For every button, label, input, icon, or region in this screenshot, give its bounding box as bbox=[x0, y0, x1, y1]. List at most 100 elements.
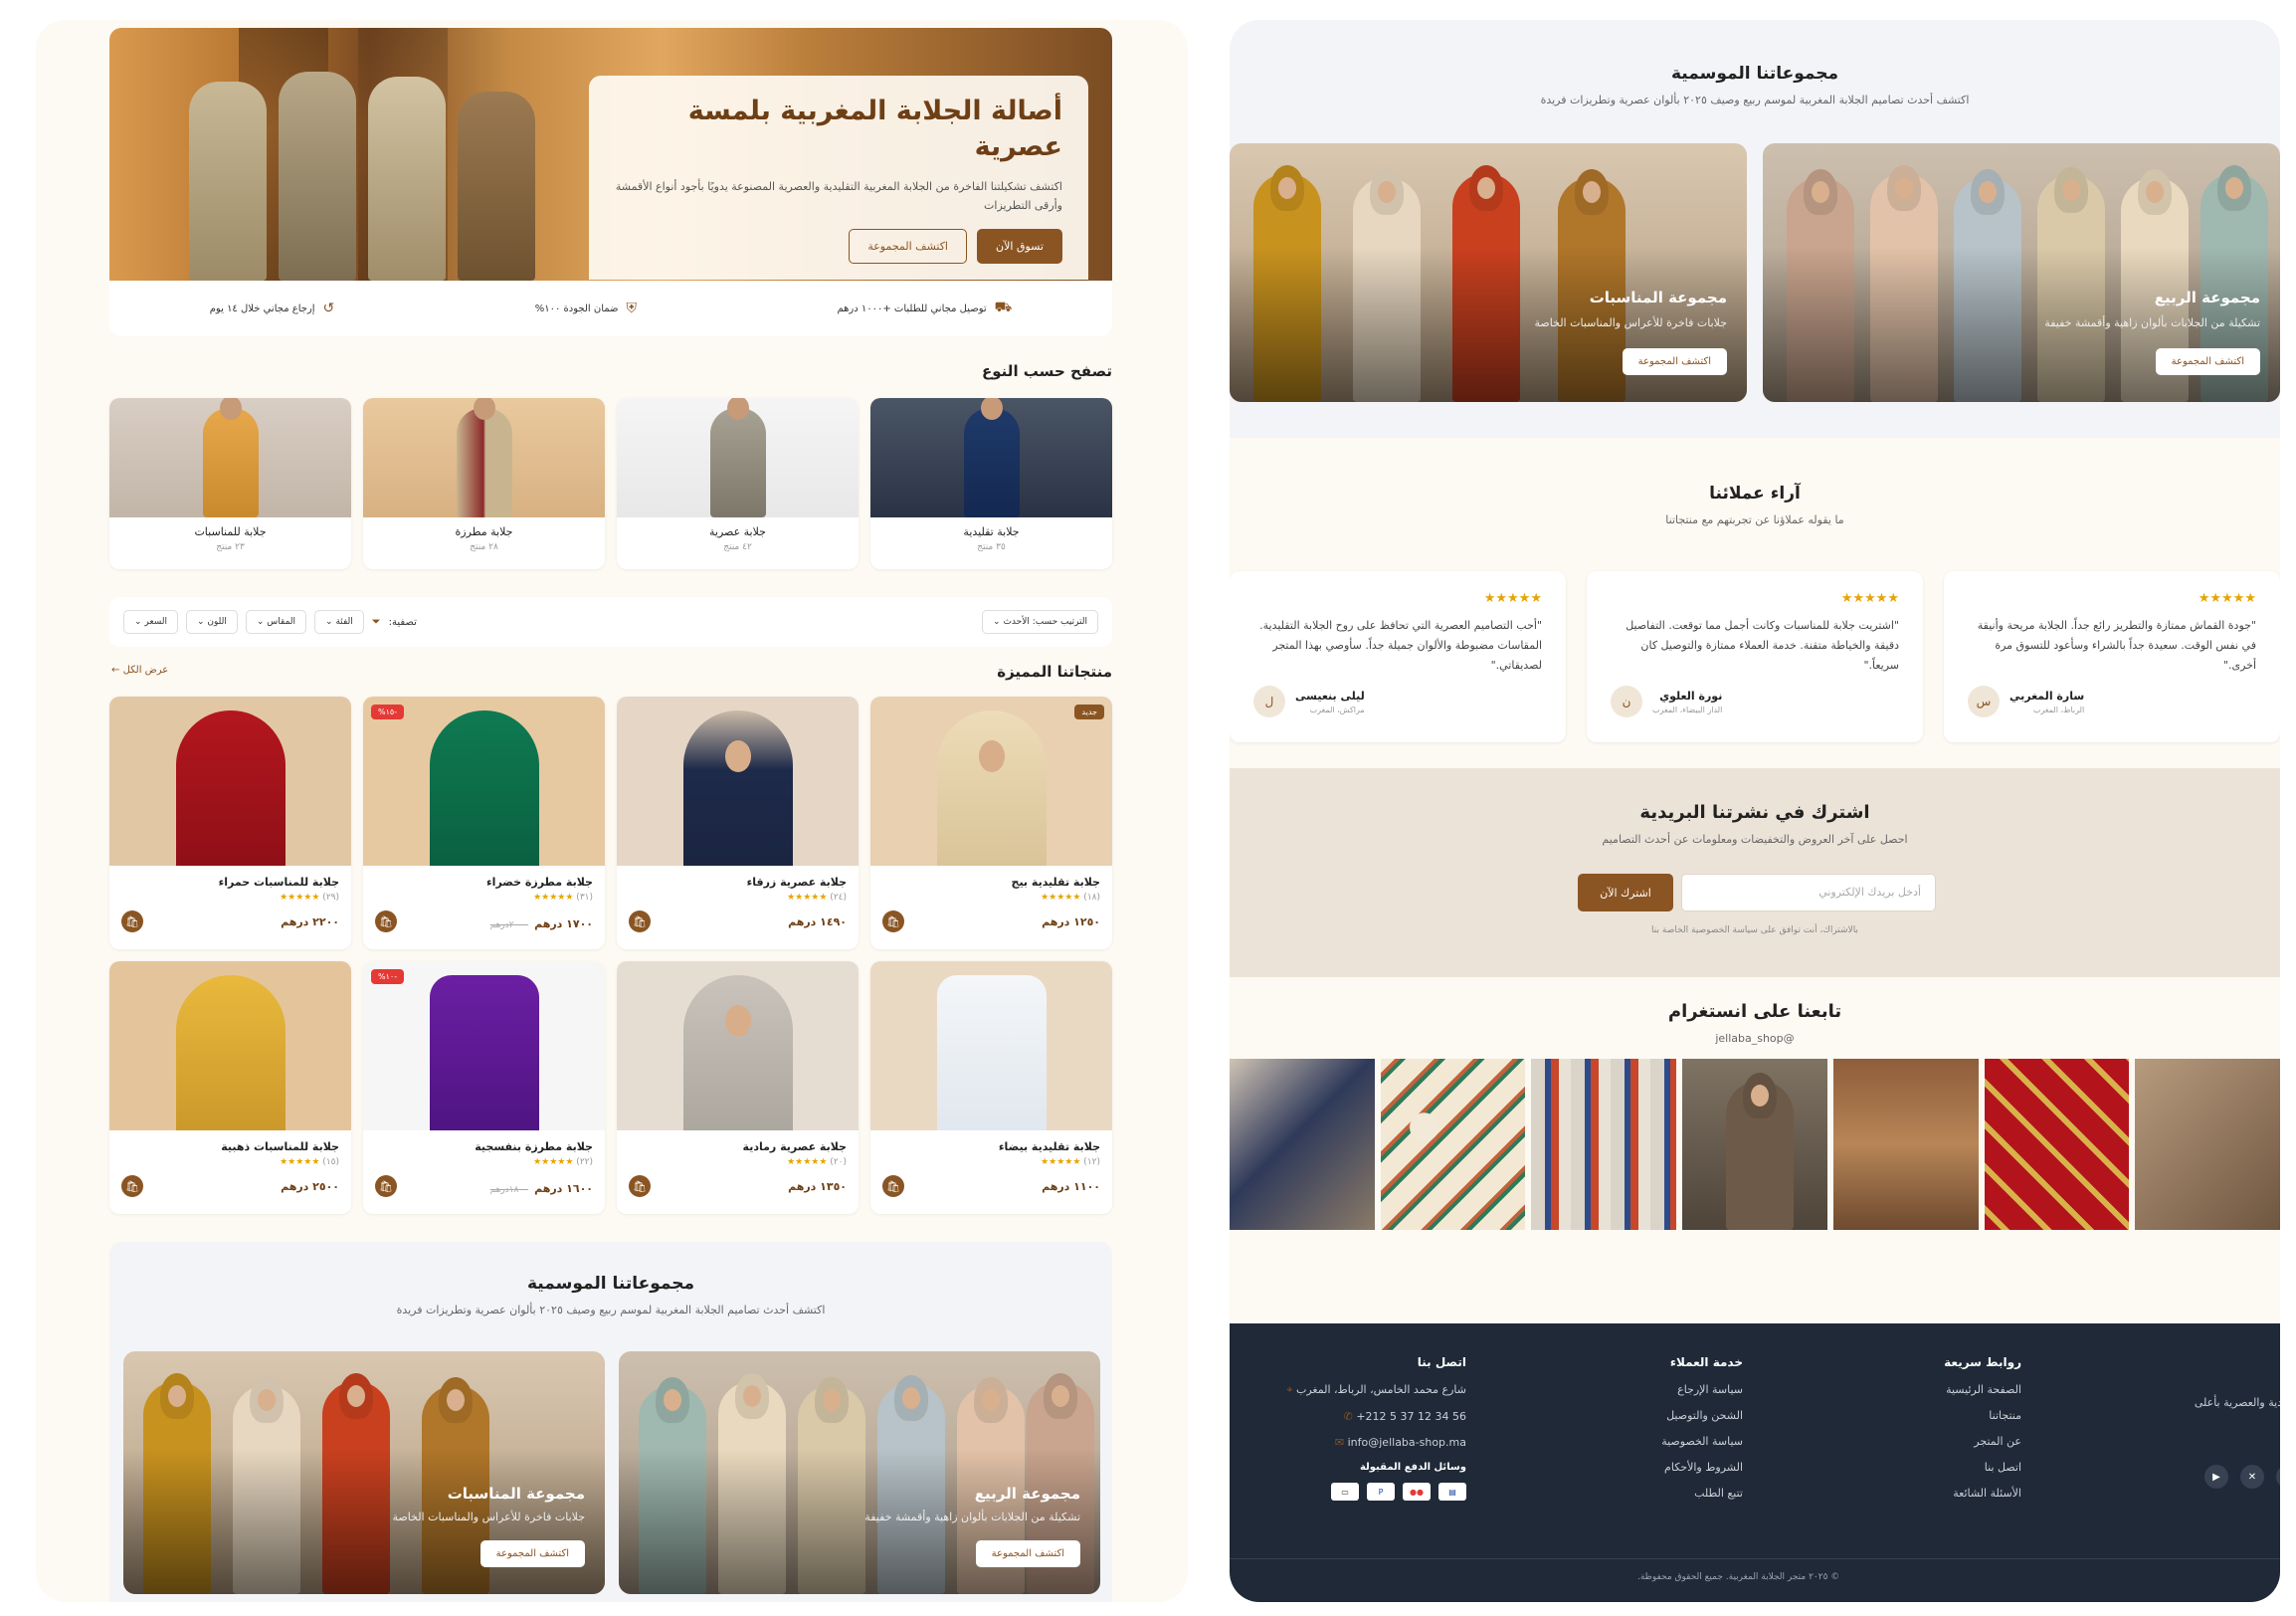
explore-spring-button[interactable]: اكتشف المجموعة bbox=[2155, 348, 2260, 375]
footer-link-terms[interactable]: الشروط والأحكام bbox=[1661, 1461, 1743, 1474]
sale-badge: -١٥% bbox=[371, 705, 405, 719]
footer-link-returns[interactable]: سياسة الإرجاع bbox=[1661, 1383, 1743, 1396]
spring-collection-banner[interactable]: مجموعة الربيع تشكيلة من الجلابات بألوان … bbox=[619, 1351, 1100, 1594]
contact-phone[interactable]: +212 5 37 12 34 56 ✆ bbox=[1247, 1410, 1466, 1423]
feature-returns: ↺ إرجاع مجاني خلال ١٤ يوم bbox=[209, 301, 335, 316]
product-grid: جديد جلابة تقليدية بيج (١٨) ★★★★★ ١٢٥٠ د… bbox=[109, 697, 1112, 1214]
instagram-post[interactable] bbox=[1682, 1059, 1827, 1230]
rating-stars: (٢٠) ★★★★★ bbox=[787, 1157, 847, 1167]
footer-link-products[interactable]: منتجاتنا bbox=[1944, 1409, 2021, 1422]
footer-about: log متجر متخصص في بيع الجلابة المغربية ا… bbox=[2191, 1355, 2280, 1433]
testimonials-section: آراء عملائنا ما يقوله عملاؤنا عن تجربتهم… bbox=[1230, 458, 2280, 778]
explore-occasions-button[interactable]: اكتشف المجموعة bbox=[1622, 348, 1727, 375]
footer-link-privacy[interactable]: سياسة الخصوصية bbox=[1661, 1435, 1743, 1448]
footer-link-track[interactable]: تتبع الطلب bbox=[1661, 1487, 1743, 1500]
price-dropdown[interactable]: السعر ⌄ bbox=[123, 610, 178, 634]
footer-link-contact[interactable]: اتصل بنا bbox=[1944, 1461, 2021, 1474]
add-to-cart-button[interactable]: 🛍 bbox=[121, 910, 143, 932]
rating-stars: (١٨) ★★★★★ bbox=[1041, 893, 1100, 903]
copyright: © ٢٠٢٥ متجر الجلابة المغربية. جميع الحقو… bbox=[1637, 1572, 1840, 1582]
x-icon[interactable]: ✕ bbox=[2240, 1465, 2264, 1489]
visa-icon: ▤ bbox=[1438, 1483, 1466, 1501]
category-card[interactable]: جلابة تقليدية ٣٥ منتج bbox=[870, 398, 1112, 569]
product-card[interactable]: جلابة تقليدية بيضاء (١٢) ★★★★★ ١١٠٠ درهم… bbox=[870, 961, 1112, 1214]
footer-logo: log bbox=[2191, 1355, 2280, 1379]
footer-link-faq[interactable]: الأسئلة الشائعة bbox=[1944, 1487, 2021, 1500]
instagram-post[interactable] bbox=[1531, 1059, 1677, 1230]
card-icon: ▭ bbox=[1331, 1483, 1359, 1501]
filter-icon: ⏷ bbox=[371, 615, 381, 628]
view-all-link[interactable]: ← عرض الكل bbox=[111, 665, 168, 676]
customer-service: خدمة العملاء سياسة الإرجاع الشحن والتوصي… bbox=[1661, 1355, 1743, 1500]
featured-title: منتجاتنا المميزة bbox=[997, 663, 1112, 681]
category-dropdown[interactable]: الفئة ⌄ bbox=[314, 610, 364, 634]
category-card[interactable]: جلابة مطرزة ٢٨ منتج bbox=[363, 398, 605, 569]
product-card[interactable]: جلابة للمناسبات حمراء (٢٩) ★★★★★ ٢٢٠٠ در… bbox=[109, 697, 351, 949]
color-dropdown[interactable]: اللون ⌄ bbox=[186, 610, 238, 634]
testimonial-card: ★★★★★ "أحب التصاميم العصرية التي تحافظ ع… bbox=[1230, 571, 1566, 742]
testimonials-title: آراء عملائنا bbox=[1709, 484, 1801, 504]
filter-bar: تصفية: ⏷ الفئة ⌄ المقاس ⌄ اللون ⌄ السعر … bbox=[109, 597, 1112, 647]
payment-methods: ▭ P ●● ▤ bbox=[1247, 1483, 1466, 1501]
avatar: ل bbox=[1253, 686, 1285, 717]
spring-collection-banner[interactable]: مجموعة الربيع تشكيلة من الجلابات بألوان … bbox=[1763, 143, 2280, 402]
instagram-handle[interactable]: jellaba_shop@ bbox=[1230, 1032, 2280, 1045]
contact-email[interactable]: info@jellaba-shop.ma ✉ bbox=[1247, 1436, 1466, 1449]
category-card[interactable]: جلابة للمناسبات ٢٣ منتج bbox=[109, 398, 351, 569]
category-card[interactable]: جلابة عصرية ٤٢ منتج bbox=[617, 398, 859, 569]
add-to-cart-button[interactable]: 🛍 bbox=[375, 1175, 397, 1197]
footer-link-about[interactable]: عن المتجر bbox=[1944, 1435, 2021, 1448]
occasions-collection-banner[interactable]: مجموعة المناسبات جلابات فاخرة للأعراس وا… bbox=[123, 1351, 605, 1594]
product-card[interactable]: جلابة عصرية رمادية (٢٠) ★★★★★ ١٣٥٠ درهم 🛍 bbox=[617, 961, 859, 1214]
product-image bbox=[682, 975, 793, 1130]
filter-group: تصفية: ⏷ الفئة ⌄ المقاس ⌄ اللون ⌄ السعر … bbox=[123, 610, 417, 634]
seasonal-subtitle: اكتشف أحدث تصاميم الجلابة المغربية لموسم… bbox=[396, 1304, 826, 1316]
occasions-collection-banner[interactable]: مجموعة المناسبات جلابات فاخرة للأعراس وا… bbox=[1230, 143, 1747, 402]
mail-icon: ✉ bbox=[1334, 1436, 1345, 1449]
shop-now-button[interactable]: تسوق الآن bbox=[977, 229, 1062, 264]
product-card[interactable]: -١٥% جلابة مطرزة خضراء (٣١) ★★★★★ ١٧٠٠ د… bbox=[363, 697, 605, 949]
hero-robe-image bbox=[189, 82, 267, 281]
explore-spring-button[interactable]: اكتشف المجموعة bbox=[975, 1540, 1080, 1567]
rating-stars: (٢٤) ★★★★★ bbox=[787, 893, 847, 903]
instagram-post[interactable] bbox=[1230, 1059, 1375, 1230]
explore-occasions-button[interactable]: اكتشف المجموعة bbox=[479, 1540, 585, 1567]
add-to-cart-button[interactable]: 🛍 bbox=[121, 1175, 143, 1197]
location-icon: ⌖ bbox=[1286, 1383, 1293, 1396]
hero-banner: أصالة الجلابة المغربية بلمسة عصرية اكتشف… bbox=[109, 28, 1112, 281]
product-card[interactable]: -١٠% جلابة مطرزة بنفسجية (٢٢) ★★★★★ ١٦٠٠… bbox=[363, 961, 605, 1214]
product-card[interactable]: جلابة عصرية زرقاء (٢٤) ★★★★★ ١٤٩٠ درهم 🛍 bbox=[617, 697, 859, 949]
instagram-post[interactable] bbox=[1380, 1059, 1526, 1230]
add-to-cart-button[interactable]: 🛍 bbox=[629, 910, 651, 932]
sort-dropdown[interactable]: الترتيب حسب: الأحدث ⌄ bbox=[982, 610, 1098, 634]
feature-quality: ⛨ ضمان الجودة ١٠٠% bbox=[534, 301, 638, 316]
sale-badge: -١٠% bbox=[371, 969, 405, 984]
product-card[interactable]: جلابة للمناسبات ذهبية (١٥) ★★★★★ ٢٥٠٠ در… bbox=[109, 961, 351, 1214]
instagram-post[interactable] bbox=[2135, 1059, 2280, 1230]
add-to-cart-button[interactable]: 🛍 bbox=[882, 910, 904, 932]
size-dropdown[interactable]: المقاس ⌄ bbox=[245, 610, 307, 634]
category-image bbox=[202, 408, 259, 517]
add-to-cart-button[interactable]: 🛍 bbox=[882, 1175, 904, 1197]
seasonal-section: مجموعاتنا الموسمية اكتشف أحدث تصاميم الج… bbox=[1230, 20, 2280, 438]
product-image bbox=[175, 975, 286, 1130]
footer-divider bbox=[1230, 1558, 2280, 1559]
add-to-cart-button[interactable]: 🛍 bbox=[629, 1175, 651, 1197]
product-image bbox=[175, 710, 286, 866]
hero-title: أصالة الجلابة المغربية بلمسة عصرية bbox=[687, 96, 1062, 162]
product-card[interactable]: جديد جلابة تقليدية بيج (١٨) ★★★★★ ١٢٥٠ د… bbox=[870, 697, 1112, 949]
instagram-icon[interactable]: ◎ bbox=[2276, 1465, 2280, 1489]
email-field[interactable]: أدخل بريدك الإلكتروني bbox=[1681, 874, 1936, 911]
subscribe-button[interactable]: اشترك الآن bbox=[1578, 874, 1673, 911]
explore-collection-button[interactable]: اكتشف المجموعة bbox=[849, 229, 967, 264]
footer-link-shipping[interactable]: الشحن والتوصيل bbox=[1661, 1409, 1743, 1422]
instagram-post[interactable] bbox=[1984, 1059, 2130, 1230]
testimonial-card: ★★★★★ "اشتريت جلابة للمناسبات وكانت أجمل… bbox=[1587, 571, 1923, 742]
category-image bbox=[456, 408, 512, 517]
instagram-post[interactable] bbox=[1832, 1059, 1979, 1230]
footer-link-home[interactable]: الصفحة الرئيسية bbox=[1944, 1383, 2021, 1396]
youtube-icon[interactable]: ▶ bbox=[2204, 1465, 2228, 1489]
social-links: ▶ ✕ ◎ bbox=[2204, 1465, 2280, 1489]
add-to-cart-button[interactable]: 🛍 bbox=[375, 910, 397, 932]
return-icon: ↺ bbox=[322, 301, 335, 316]
